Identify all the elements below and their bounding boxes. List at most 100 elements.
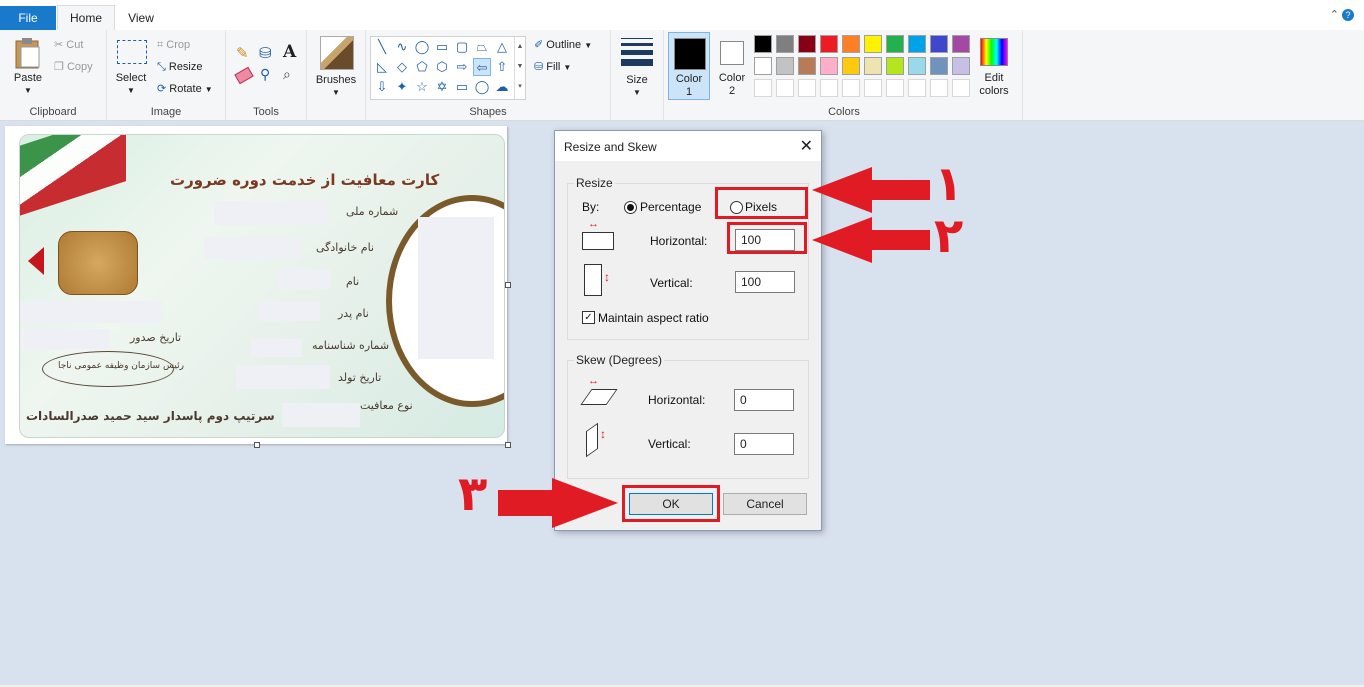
brush-icon xyxy=(320,36,354,70)
custom-color-slot[interactable] xyxy=(798,79,816,97)
select-button[interactable]: Select ▼ xyxy=(113,36,149,98)
image-group-label: Image xyxy=(150,106,182,118)
rounded-callout-shape-icon[interactable]: ▭ xyxy=(453,78,471,96)
six-point-star-shape-icon[interactable]: ✡ xyxy=(433,78,451,96)
left-arrow-shape-icon[interactable]: ⇦ xyxy=(473,58,491,76)
shapes-gallery: ╲ ∿ ◯ ▭ ▢ ⏢ △ ◺ ◇ ⬠ ⬡ ⇨ ⇦ ⇧ ⇩ ✦ ☆ ✡ ▭ ◯ … xyxy=(370,36,526,100)
custom-color-slot[interactable] xyxy=(776,79,794,97)
skew-horizontal-input[interactable]: 0 xyxy=(734,389,794,411)
color-swatch[interactable] xyxy=(820,57,838,75)
resize-vertical-input[interactable]: 100 xyxy=(735,271,795,293)
skew-legend: Skew (Degrees) xyxy=(574,353,665,367)
crop-button[interactable]: ⌗ Crop xyxy=(157,36,190,54)
color-swatch[interactable] xyxy=(798,35,816,53)
paint-canvas[interactable]: کارت معافیت از خدمت دوره ضرورت شماره ملی… xyxy=(5,126,511,448)
color-picker-icon[interactable]: ⚲ xyxy=(260,66,270,83)
resize-button[interactable]: ⤡ Resize xyxy=(157,58,203,76)
hexagon-shape-icon[interactable]: ⬡ xyxy=(433,58,451,76)
color-swatch[interactable] xyxy=(886,35,904,53)
down-arrow-shape-icon[interactable]: ⇩ xyxy=(373,78,391,96)
right-triangle-shape-icon[interactable]: ◺ xyxy=(373,58,391,76)
color-swatch[interactable] xyxy=(776,35,794,53)
cancel-button[interactable]: Cancel xyxy=(723,493,807,515)
custom-color-slot[interactable] xyxy=(842,79,860,97)
rotate-button[interactable]: ⟳ Rotate ▼ xyxy=(157,80,213,98)
color-swatch[interactable] xyxy=(908,57,926,75)
custom-color-slot[interactable] xyxy=(930,79,948,97)
diamond-shape-icon[interactable]: ◇ xyxy=(393,58,411,76)
collapse-ribbon-icon[interactable]: ⌃ ? xyxy=(1330,8,1354,21)
card-seal-text: رئیس سازمان وظیفه عمومی ناجا xyxy=(58,361,184,371)
text-icon[interactable]: A xyxy=(283,42,296,62)
custom-color-slot[interactable] xyxy=(864,79,882,97)
color-swatch[interactable] xyxy=(820,35,838,53)
color-swatch[interactable] xyxy=(754,57,772,75)
eraser-icon[interactable] xyxy=(234,66,254,85)
curve-shape-icon[interactable]: ∿ xyxy=(393,38,411,56)
shapes-group: ╲ ∿ ◯ ▭ ▢ ⏢ △ ◺ ◇ ⬠ ⬡ ⇨ ⇦ ⇧ ⇩ ✦ ☆ ✡ ▭ ◯ … xyxy=(366,30,611,120)
polygon-shape-icon[interactable]: ⏢ xyxy=(473,38,491,56)
pentagon-shape-icon[interactable]: ⬠ xyxy=(413,58,431,76)
tab-home[interactable]: Home xyxy=(57,5,115,31)
maintain-aspect-checkbox[interactable]: ✓ xyxy=(582,311,595,324)
resize-handle-corner[interactable] xyxy=(505,442,511,448)
triangle-marker-icon xyxy=(28,247,44,275)
color-swatch[interactable] xyxy=(776,57,794,75)
close-icon[interactable]: ✕ xyxy=(800,136,813,156)
custom-color-slot[interactable] xyxy=(952,79,970,97)
help-icon[interactable]: ? xyxy=(1342,9,1354,21)
color-swatch[interactable] xyxy=(908,35,926,53)
rectangle-shape-icon[interactable]: ▭ xyxy=(433,38,451,56)
chip-icon xyxy=(58,231,138,295)
shapes-scroll[interactable]: ▲ ▼ ▾ xyxy=(514,37,525,99)
cloud-callout-shape-icon[interactable]: ☁ xyxy=(493,78,511,96)
color-swatch[interactable] xyxy=(886,57,904,75)
custom-color-slot[interactable] xyxy=(754,79,772,97)
four-point-star-shape-icon[interactable]: ✦ xyxy=(393,78,411,96)
color-swatch[interactable] xyxy=(842,35,860,53)
right-arrow-shape-icon[interactable]: ⇨ xyxy=(453,58,471,76)
resize-handle-right[interactable] xyxy=(505,282,511,288)
color-swatch[interactable] xyxy=(864,57,882,75)
resize-horizontal-label: Horizontal: xyxy=(650,234,708,248)
card-field-father-name: نام پدر xyxy=(338,307,369,320)
tab-file[interactable]: File xyxy=(0,6,56,30)
fill-button[interactable]: ⛁ Fill ▼ xyxy=(534,58,571,76)
paste-button[interactable]: Paste ▼ xyxy=(8,34,48,98)
custom-color-slot[interactable] xyxy=(886,79,904,97)
color-swatch[interactable] xyxy=(930,35,948,53)
rounded-rectangle-shape-icon[interactable]: ▢ xyxy=(453,38,471,56)
custom-color-slot[interactable] xyxy=(908,79,926,97)
oval-callout-shape-icon[interactable]: ◯ xyxy=(473,78,491,96)
percentage-radio[interactable] xyxy=(624,201,637,214)
up-arrow-shape-icon[interactable]: ⇧ xyxy=(493,58,511,76)
edit-colors-button[interactable]: Edit colors xyxy=(972,34,1016,100)
triangle-shape-icon[interactable]: △ xyxy=(493,38,511,56)
magnifier-icon[interactable]: ⌕ xyxy=(283,66,291,83)
color-swatch[interactable] xyxy=(952,35,970,53)
resize-handle-bottom[interactable] xyxy=(254,442,260,448)
fill-bucket-icon[interactable]: ⛁ xyxy=(259,44,272,62)
line-shape-icon[interactable]: ╲ xyxy=(373,38,391,56)
size-button[interactable]: Size ▼ xyxy=(611,30,664,120)
color-swatch[interactable] xyxy=(842,57,860,75)
copy-button[interactable]: ❐ Copy xyxy=(54,58,93,76)
color-swatch[interactable] xyxy=(798,57,816,75)
tab-view[interactable]: View xyxy=(113,6,169,30)
clipboard-group-label: Clipboard xyxy=(29,106,77,118)
color-swatch[interactable] xyxy=(930,57,948,75)
color-swatch[interactable] xyxy=(754,35,772,53)
color-swatch[interactable] xyxy=(952,57,970,75)
oval-shape-icon[interactable]: ◯ xyxy=(413,38,431,56)
brushes-button[interactable]: Brushes ▼ xyxy=(307,30,366,120)
outline-button[interactable]: ✐ Outline ▼ xyxy=(534,36,592,54)
custom-color-slot[interactable] xyxy=(820,79,838,97)
skew-vertical-input[interactable]: 0 xyxy=(734,433,794,455)
horizontal-skew-icon: ↔ xyxy=(580,375,618,407)
five-point-star-shape-icon[interactable]: ☆ xyxy=(413,78,431,96)
chevron-down-icon: ▼ xyxy=(24,86,32,95)
cut-button[interactable]: ✂ Cut xyxy=(54,36,83,54)
highlight-ok-button xyxy=(622,485,720,522)
pencil-icon[interactable]: ✎ xyxy=(236,44,249,62)
color-swatch[interactable] xyxy=(864,35,882,53)
